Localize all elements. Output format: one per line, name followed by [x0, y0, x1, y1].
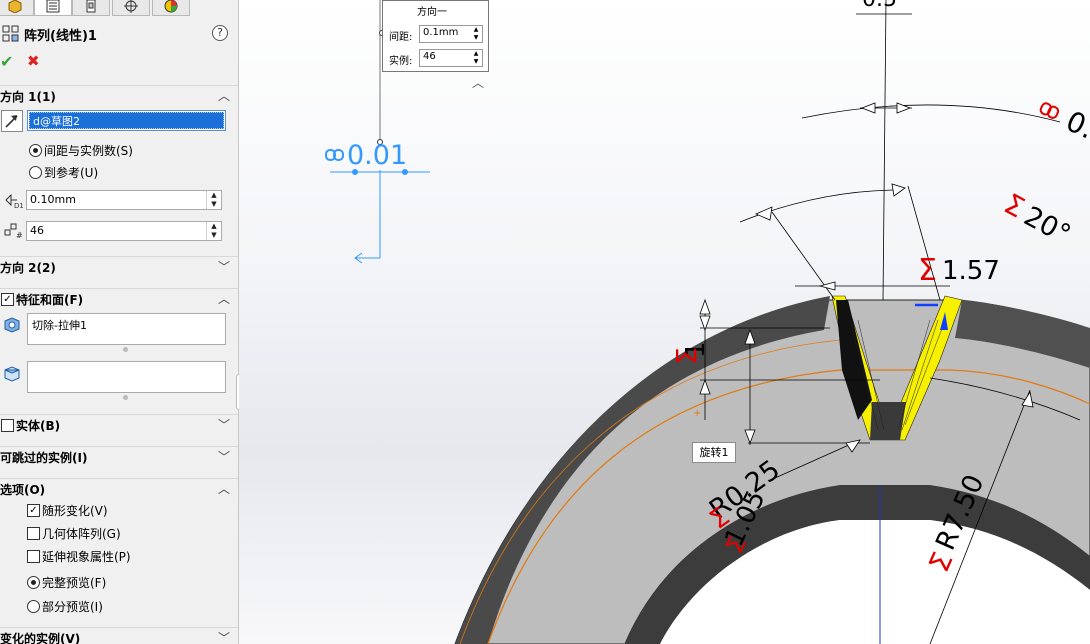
pattern-dim-value: 0.01	[347, 140, 407, 171]
model-canvas[interactable]: 0.01 1.57 Σ 20° Σ 0. 0.5 1 Σ R0.25 1.05 …	[0, 0, 1090, 644]
popup-collapse-chevron-icon[interactable]: ︿	[472, 74, 484, 91]
popup-title: 方向一	[417, 7, 447, 18]
origin-marker-icon: +	[693, 408, 701, 419]
dim-1-57-value[interactable]: 1.57	[942, 256, 1000, 286]
sigma-icon: Σ	[918, 253, 937, 288]
popup-instances-input[interactable]: 46 ▲ ▼	[419, 49, 483, 67]
stepper-icon[interactable]: ▲ ▼	[471, 26, 481, 42]
sigma-icon: Σ	[670, 347, 703, 365]
link-icon	[1039, 102, 1060, 119]
popup-instances-label: 实例:	[389, 56, 413, 67]
stepper-icon[interactable]: ▲ ▼	[471, 50, 481, 66]
pattern-dimension-marker[interactable]	[330, 170, 430, 264]
popup-spacing-input[interactable]: 0.1mm ▲ ▼	[419, 25, 483, 43]
dim-top-right-value[interactable]: 0.	[1061, 104, 1090, 145]
popup-instances-value: 46	[423, 51, 436, 62]
dim-top-cut-value[interactable]: 0.5	[862, 0, 897, 12]
dim-20deg-value[interactable]: 20°	[1019, 201, 1076, 251]
direction1-popup: 方向一 间距: 0.1mm ▲ ▼ 实例: 46 ▲ ▼	[382, 0, 489, 72]
pattern-dimension-label[interactable]: 0.01	[325, 140, 407, 171]
feature-tooltip: 旋转1	[692, 442, 736, 463]
popup-spacing-label: 间距:	[389, 32, 413, 43]
popup-spacing-value: 0.1mm	[423, 27, 459, 38]
